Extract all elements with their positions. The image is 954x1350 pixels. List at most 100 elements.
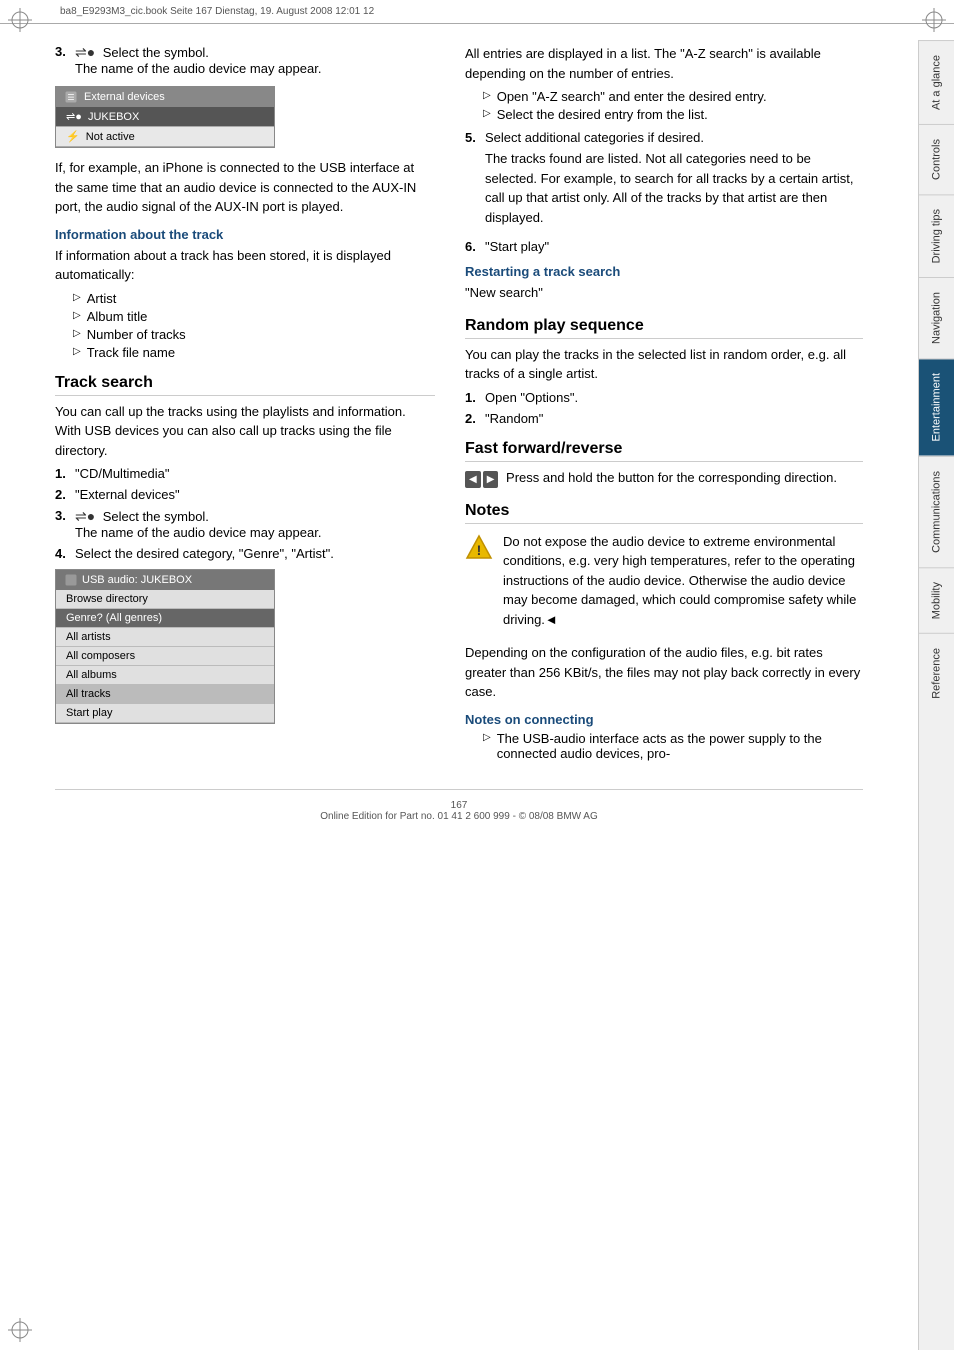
content-area: 3. ⇌● Select the symbol. The name of the…	[0, 24, 918, 872]
ffwd-forward-icon: ▶	[483, 471, 499, 488]
info-bullet-list: Artist Album title Number of tracks Trac…	[65, 291, 435, 360]
step-5-content: Select additional categories if desired.…	[485, 130, 863, 233]
device-screen-item-jukebox: ⇌● JUKEBOX	[56, 107, 274, 127]
ffwd-back-icon: ◀	[465, 471, 481, 488]
notes-on-connecting-text: The USB-audio interface acts as the powe…	[497, 731, 863, 761]
two-column-layout: 3. ⇌● Select the symbol. The name of the…	[55, 44, 863, 769]
fast-forward-body: Press and hold the button for the corres…	[506, 470, 837, 485]
step-3-top-sub: The name of the audio device may appear.	[75, 61, 321, 76]
ts-step-2: 2. "External devices"	[55, 487, 435, 502]
sidebar-tab-controls[interactable]: Controls	[919, 124, 954, 194]
arrow-symbol-ts3: ⇌●	[75, 508, 99, 524]
ts-step-1: 1. "CD/Multimedia"	[55, 466, 435, 481]
sidebar-tab-communications[interactable]: Communications	[919, 456, 954, 567]
random-step-1-num: 1.	[465, 390, 485, 405]
edition-text: Online Edition for Part no. 01 41 2 600 …	[320, 811, 598, 822]
svg-text:☰: ☰	[67, 93, 74, 102]
left-column: 3. ⇌● Select the symbol. The name of the…	[55, 44, 435, 769]
step-5-body: The tracks found are listed. Not all cat…	[485, 149, 863, 227]
step-3-top-num: 3.	[55, 44, 75, 59]
ts-step-3-sub: The name of the audio device may appear.	[75, 525, 321, 540]
body-text-iphone: If, for example, an iPhone is connected …	[55, 158, 435, 217]
top-bullets: Open "A-Z search" and enter the desired …	[475, 89, 863, 122]
step-5: 5. Select additional categories if desir…	[465, 130, 863, 233]
random-intro: You can play the tracks in the selected …	[465, 345, 863, 384]
arrow-symbol-top: ⇌●	[75, 44, 99, 60]
notes-body: Do not expose the audio device to extrem…	[503, 532, 863, 630]
bullet-number-of-tracks: Number of tracks	[65, 327, 435, 342]
warning-icon: !	[465, 534, 493, 562]
notes-on-connecting-heading: Notes on connecting	[465, 712, 863, 727]
random-step-1: 1. Open "Options".	[465, 390, 863, 405]
page-number: 167	[451, 800, 468, 811]
device-screen-item-not-active: ⚡ Not active	[56, 127, 274, 147]
usb-screen: USB audio: JUKEBOX Browse directory Genr…	[55, 569, 275, 724]
ts-step-3-content: ⇌● Select the symbol. The name of the au…	[75, 508, 435, 540]
random-step-2-num: 2.	[465, 411, 485, 426]
bullet-select-entry: Select the desired entry from the list.	[475, 107, 863, 122]
corner-crosshair-bl	[8, 1318, 32, 1342]
sidebar-tab-reference[interactable]: Reference	[919, 633, 954, 713]
step-3-top: 3. ⇌● Select the symbol. The name of the…	[55, 44, 435, 76]
step-3-top-content: ⇌● Select the symbol. The name of the au…	[75, 44, 435, 76]
sidebar-tab-mobility[interactable]: Mobility	[919, 567, 954, 633]
usb-screen-icon	[64, 573, 78, 587]
usb-row-browse: Browse directory	[56, 590, 274, 609]
ts-step-2-num: 2.	[55, 487, 75, 502]
notes-box: ! Do not expose the audio device to extr…	[465, 532, 863, 636]
track-search-heading: Track search	[55, 374, 435, 396]
sidebar-tab-at-a-glance[interactable]: At a glance	[919, 40, 954, 124]
info-intro: If information about a track has been st…	[55, 246, 435, 285]
bullet-az-search: Open "A-Z search" and enter the desired …	[475, 89, 863, 104]
notes-heading: Notes	[465, 502, 863, 524]
ts-step-1-text: "CD/Multimedia"	[75, 466, 435, 481]
page-footer: 167 Online Edition for Part no. 01 41 2 …	[55, 789, 863, 842]
fast-forward-text: ◀ ▶ Press and hold the button for the co…	[465, 468, 863, 488]
step-6-text: "Start play"	[485, 239, 863, 254]
random-heading: Random play sequence	[465, 317, 863, 339]
usb-row-start-play: Start play	[56, 704, 274, 723]
usb-row-composers: All composers	[56, 647, 274, 666]
fast-forward-heading: Fast forward/reverse	[465, 440, 863, 462]
ts-step-4-text: Select the desired category, "Genre", "A…	[75, 546, 435, 561]
notes-body2: Depending on the configuration of the au…	[465, 643, 863, 702]
restarting-text: "New search"	[465, 283, 863, 303]
sidebar-tabs: At a glance Controls Driving tips Naviga…	[918, 40, 954, 1350]
header-text: ba8_E9293M3_cic.book Seite 167 Dienstag,…	[60, 6, 374, 17]
svg-text:!: !	[477, 542, 482, 558]
sidebar-tab-navigation[interactable]: Navigation	[919, 277, 954, 358]
sidebar-tab-entertainment[interactable]: Entertainment	[919, 358, 954, 455]
usb-row-artists: All artists	[56, 628, 274, 647]
random-step-1-text: Open "Options".	[485, 390, 863, 405]
external-devices-screen: ☰ External devices ⇌● JUKEBOX ⚡ Not acti…	[55, 86, 275, 148]
notes-on-connecting-list: The USB-audio interface acts as the powe…	[475, 731, 863, 761]
device-screen-title: ☰ External devices	[56, 87, 274, 107]
step-5-text: Select additional categories if desired.	[485, 130, 704, 145]
usb-row-tracks: All tracks	[56, 685, 274, 704]
ts-step-4: 4. Select the desired category, "Genre",…	[55, 546, 435, 561]
ts-step-2-text: "External devices"	[75, 487, 435, 502]
step-6: 6. "Start play"	[465, 239, 863, 254]
ffwd-icons: ◀ ▶	[465, 471, 498, 488]
usb-row-albums: All albums	[56, 666, 274, 685]
ts-step-4-num: 4.	[55, 546, 75, 561]
corner-crosshair-tr	[922, 8, 946, 32]
ts-step-3-text: Select the symbol.	[103, 509, 209, 524]
usb-screen-title: USB audio: JUKEBOX	[56, 570, 274, 590]
info-heading: Information about the track	[55, 227, 435, 242]
restarting-heading: Restarting a track search	[465, 264, 863, 279]
bullet-usb-power: The USB-audio interface acts as the powe…	[475, 731, 863, 761]
step-6-num: 6.	[465, 239, 485, 254]
bullet-album-title: Album title	[65, 309, 435, 324]
step-5-num: 5.	[465, 130, 485, 145]
bullet-artist: Artist	[65, 291, 435, 306]
ts-step-3: 3. ⇌● Select the symbol. The name of the…	[55, 508, 435, 540]
sidebar-tab-driving-tips[interactable]: Driving tips	[919, 194, 954, 277]
body-top-text: All entries are displayed in a list. The…	[465, 44, 863, 83]
usb-row-genre: Genre? (All genres)	[56, 609, 274, 628]
track-search-intro: You can call up the tracks using the pla…	[55, 402, 435, 461]
ts-step-3-num: 3.	[55, 508, 75, 523]
corner-crosshair-tl	[8, 8, 32, 32]
device-screen-icon: ☰	[64, 90, 78, 104]
bullet-track-file-name: Track file name	[65, 345, 435, 360]
